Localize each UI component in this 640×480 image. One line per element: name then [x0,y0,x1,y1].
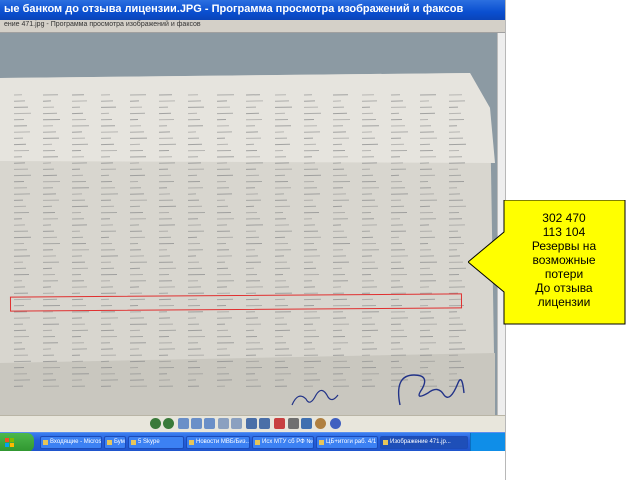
callout-line: 113 104 [542,225,586,239]
address-text: ение 471.jpg - Программа просмотра изобр… [4,21,201,28]
app-icon [131,440,136,445]
callout-line: До отзыва [535,281,593,295]
app-icon [319,440,324,445]
system-tray[interactable] [470,433,505,451]
screenshot: ые банком до отзыва лицензии.JPG - Прогр… [0,0,505,451]
windows-logo-icon [5,438,14,447]
taskbar-button[interactable]: ЦБ+итоги раб. 4/1 - Р... [316,436,378,449]
viewer-toolbar [0,415,505,431]
edit-icon[interactable] [315,418,326,429]
address-bar: ение 471.jpg - Программа просмотра изобр… [0,20,505,33]
window-title: ые банком до отзыва лицензии.JPG - Прогр… [4,3,464,15]
slideshow-icon[interactable] [204,418,215,429]
rotate-ccw-icon[interactable] [259,418,270,429]
zoom-in-icon[interactable] [218,418,229,429]
help-icon[interactable] [330,418,341,429]
taskbar-button-label: Входящие - Microsoft... [50,439,102,445]
taskbar-button[interactable]: Бумаги на Бизнесе... [104,436,126,449]
best-fit-icon[interactable] [178,418,189,429]
callout-line: Резервы на [531,239,597,253]
taskbar-button-label: ЦБ+итоги раб. 4/1 - Р... [326,439,377,445]
callout-line: потери [544,267,584,281]
delete-icon[interactable] [274,418,285,429]
taskbar-button-label: Исх МТУ сб РФ №... [262,439,314,445]
taskbar-button-label: Новости МВБ/Биз... [196,439,250,445]
taskbar-button[interactable]: Изображение 471.jp... [380,436,468,449]
highlighted-row [9,293,463,312]
start-button[interactable] [0,433,34,451]
callout: 302 470 113 104 Резервы на возможные пот… [468,200,626,325]
taskbar-button[interactable]: Исх МТУ сб РФ №... [252,436,314,449]
page: ые банком до отзыва лицензии.JPG - Прогр… [0,0,640,480]
title-bar[interactable]: ые банком до отзыва лицензии.JPG - Прогр… [0,0,505,20]
taskbar-button-label: Бумаги на Бизнесе... [114,439,125,445]
print-icon[interactable] [288,418,299,429]
taskbar-button-label: 5 Skype [138,439,160,445]
ledger-photo [0,33,497,415]
rotate-cw-icon[interactable] [246,418,257,429]
app-icon [107,440,112,445]
callout-line: возможные [532,253,596,267]
app-icon [189,440,194,445]
app-icon [383,440,388,445]
taskbar-button[interactable]: 5 Skype [128,436,184,449]
callout-line: 302 470 [542,211,586,225]
image-viewport [0,33,497,415]
app-icon [255,440,260,445]
zoom-out-icon[interactable] [231,418,242,429]
taskbar-button[interactable]: Новости МВБ/Биз... [186,436,250,449]
save-icon[interactable] [301,418,312,429]
actual-size-icon[interactable] [191,418,202,429]
next-icon[interactable] [163,418,174,429]
taskbar: Входящие - Microsoft... Бумаги на Бизнесе… [0,432,505,451]
callout-text: 302 470 113 104 Резервы на возможные пот… [502,211,626,309]
app-icon [43,440,48,445]
prev-icon[interactable] [150,418,161,429]
callout-line: лицензии [537,295,591,309]
taskbar-button-label: Изображение 471.jp... [390,439,451,445]
taskbar-button[interactable]: Входящие - Microsoft... [40,436,102,449]
